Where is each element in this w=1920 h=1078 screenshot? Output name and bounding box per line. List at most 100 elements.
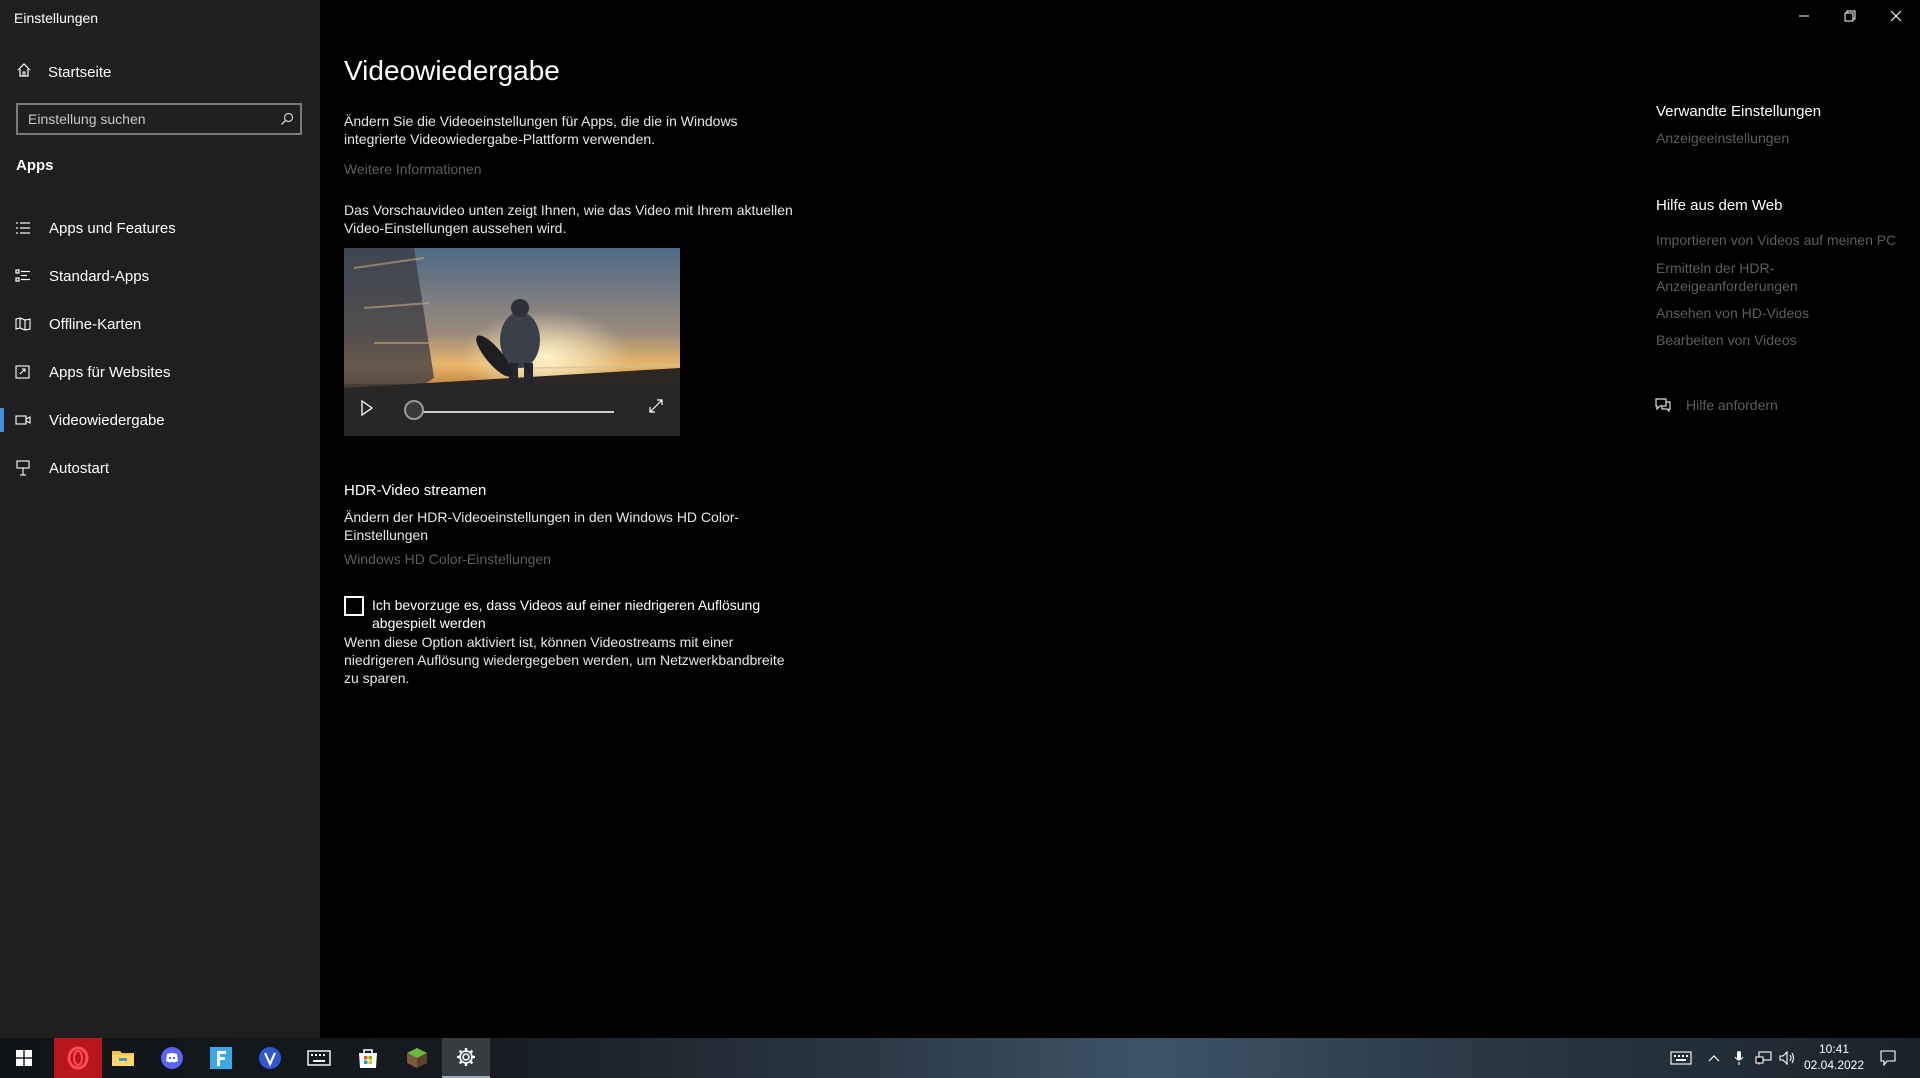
intro-line-1: Ändern Sie die Videoeinstellungen für Ap… — [344, 113, 738, 129]
discord-icon — [161, 1047, 183, 1069]
hdr-description: Ändern der HDR-Videoeinstellungen in den… — [344, 508, 739, 544]
page-title: Videowiedergabe — [344, 55, 560, 86]
sidebar-item-label: Apps und Features — [49, 219, 176, 237]
preview-line-1: Das Vorschauvideo unten zeigt Ihnen, wie… — [344, 202, 793, 218]
map-icon — [15, 316, 31, 332]
sidebar: Einstellungen Startseite Apps Apps und F… — [0, 0, 320, 1038]
video-icon — [15, 412, 31, 428]
help-link-hd-videos[interactable]: Ansehen von HD-Videos — [1656, 304, 1809, 322]
help-link-hdr-line-2: Anzeigeanforderungen — [1656, 278, 1798, 294]
taskbar-minecraft[interactable] — [393, 1038, 441, 1078]
action-center-button[interactable] — [1868, 1038, 1908, 1078]
intro-line-2: integrierte Videowiedergabe-Plattform ve… — [344, 131, 656, 147]
help-link-edit-videos[interactable]: Bearbeiten von Videos — [1656, 331, 1797, 349]
preview-line-2: Video-Einstellungen aussehen wird. — [344, 220, 567, 236]
taskbar-v-app[interactable] — [246, 1038, 294, 1078]
chevron-up-icon — [1708, 1055, 1720, 1062]
sidebar-item-apps-websites[interactable]: Apps für Websites — [0, 348, 320, 396]
search-input[interactable] — [18, 111, 274, 127]
option-desc-line-1: Wenn diese Option aktiviert ist, können … — [344, 634, 734, 650]
v-app-icon — [259, 1047, 281, 1069]
taskbar-clock[interactable]: 10:41 02.04.2022 — [1800, 1041, 1868, 1073]
more-info-link[interactable]: Weitere Informationen — [344, 161, 481, 177]
option-desc-line-2: niedrigeren Auflösung wiedergegeben werd… — [344, 652, 785, 668]
taskbar-opera[interactable] — [54, 1038, 102, 1078]
taskbar-settings[interactable] — [442, 1038, 490, 1078]
get-help-link[interactable]: Hilfe anfordern — [1654, 397, 1778, 413]
help-link-hdr-requirements[interactable]: Ermitteln der HDR- Anzeigeanforderungen — [1656, 259, 1798, 295]
input-indicator-icon — [1670, 1051, 1692, 1065]
close-button[interactable] — [1873, 0, 1919, 32]
tray-show-hidden[interactable] — [1702, 1038, 1726, 1078]
sidebar-item-offline-maps[interactable]: Offline-Karten — [0, 300, 320, 348]
opera-icon — [67, 1046, 89, 1070]
tray-keyboard-layout[interactable] — [1664, 1038, 1698, 1078]
video-progress-thumb[interactable] — [404, 400, 424, 420]
clock-date: 02.04.2022 — [1803, 1058, 1865, 1072]
intro-text: Ändern Sie die Videoeinstellungen für Ap… — [344, 112, 738, 148]
taskbar-keyboard-app[interactable] — [295, 1038, 343, 1078]
notification-icon — [1880, 1050, 1896, 1066]
sidebar-item-label: Apps für Websites — [49, 363, 171, 381]
app-title: Einstellungen — [14, 10, 99, 26]
start-button[interactable] — [0, 1038, 48, 1078]
video-progress-track[interactable] — [418, 411, 614, 413]
hdr-desc-line-1: Ändern der HDR-Videoeinstellungen in den… — [344, 509, 740, 525]
home-icon — [16, 62, 32, 82]
video-preview[interactable] — [344, 248, 680, 436]
hdr-section-title: HDR-Video streamen — [344, 482, 487, 499]
sidebar-item-label: Offline-Karten — [49, 315, 142, 333]
fullscreen-button[interactable] — [648, 398, 664, 419]
clock-time: 10:41 — [1818, 1042, 1850, 1056]
help-chat-icon — [1655, 398, 1671, 413]
taskbar-file-explorer[interactable] — [99, 1038, 147, 1078]
store-icon — [359, 1049, 377, 1068]
search-box[interactable] — [16, 103, 302, 135]
windows-start-icon — [16, 1050, 32, 1066]
search-icon[interactable] — [274, 112, 300, 126]
display-settings-link[interactable]: Anzeigeeinstellungen — [1656, 129, 1789, 147]
f-app-icon — [210, 1047, 232, 1069]
microphone-icon — [1734, 1051, 1744, 1065]
sidebar-item-label: Autostart — [49, 459, 110, 477]
web-apps-icon — [15, 364, 31, 380]
related-settings-title: Verwandte Einstellungen — [1656, 103, 1822, 120]
sidebar-item-video-playback[interactable]: Videowiedergabe — [0, 396, 320, 444]
sidebar-item-default-apps[interactable]: Standard-Apps — [0, 252, 320, 300]
checkbox-label-line-1: Ich bevorzuge es, dass Videos auf einer … — [372, 597, 761, 613]
checkbox-label-line-2: abgespielt werden — [372, 615, 486, 631]
list-icon — [15, 220, 31, 236]
tray-volume[interactable] — [1776, 1038, 1800, 1078]
fullscreen-icon — [649, 399, 663, 413]
sidebar-item-apps-features[interactable]: Apps und Features — [0, 204, 320, 252]
taskbar-discord[interactable] — [148, 1038, 196, 1078]
tray-microphone[interactable] — [1728, 1038, 1750, 1078]
hd-color-settings-link[interactable]: Windows HD Color-Einstellungen — [344, 551, 551, 567]
tray-network[interactable] — [1752, 1038, 1776, 1078]
sidebar-item-label: Standard-Apps — [49, 267, 150, 285]
taskbar-f-app[interactable] — [197, 1038, 245, 1078]
play-icon — [361, 399, 374, 417]
restore-button[interactable] — [1827, 0, 1873, 32]
get-help-label: Hilfe anfordern — [1686, 397, 1778, 413]
video-controls — [344, 384, 680, 436]
hdr-desc-line-2: Einstellungen — [344, 527, 429, 543]
minimize-icon — [1799, 15, 1809, 17]
option-description: Wenn diese Option aktiviert ist, können … — [344, 633, 785, 687]
volume-icon — [1779, 1051, 1795, 1065]
checkbox-label[interactable]: Ich bevorzuge es, dass Videos auf einer … — [372, 596, 760, 632]
help-link-import-videos[interactable]: Importieren von Videos auf meinen PC — [1656, 231, 1896, 249]
taskbar: 10:41 02.04.2022 — [0, 1038, 1920, 1078]
section-title: Apps — [16, 157, 54, 174]
low-resolution-checkbox[interactable] — [344, 596, 364, 616]
option-desc-line-3: zu sparen. — [344, 670, 410, 686]
play-button[interactable] — [360, 399, 374, 421]
sidebar-item-autostart[interactable]: Autostart — [0, 444, 320, 492]
minimize-button[interactable] — [1781, 0, 1827, 32]
help-link-hdr-line-1: Ermitteln der HDR- — [1656, 260, 1775, 276]
keyboard-app-icon — [307, 1050, 331, 1066]
sidebar-nav: Apps und Features Standard-Apps Offline-… — [0, 204, 320, 492]
taskbar-store[interactable] — [344, 1038, 392, 1078]
home-link[interactable]: Startseite — [16, 62, 111, 82]
sidebar-item-label: Videowiedergabe — [49, 411, 165, 429]
